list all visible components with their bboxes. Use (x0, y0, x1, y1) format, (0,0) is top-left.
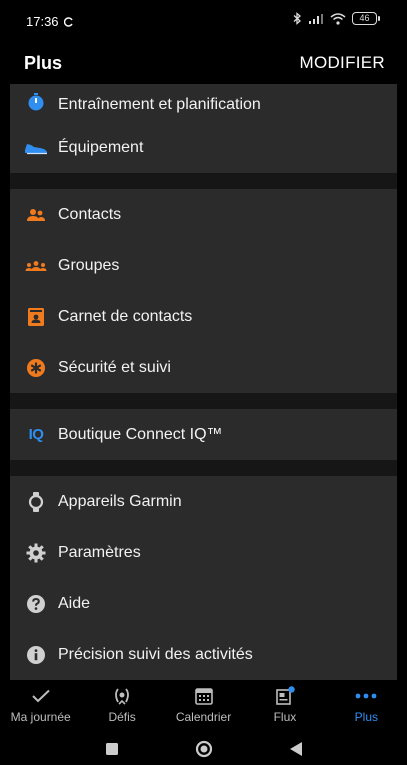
tab-label: Plus (354, 710, 378, 724)
menu-item-label: Groupes (58, 256, 120, 274)
wifi-icon (330, 12, 346, 25)
menu-item-accuracy[interactable]: Précision suivi des activités (10, 629, 397, 680)
menu-section-system: Appareils Garmin Paramètres Aide Précisi… (10, 476, 397, 680)
menu-item-label: Sécurité et suivi (58, 358, 171, 376)
address-book-icon (24, 305, 48, 329)
tab-more[interactable]: Plus (326, 680, 407, 732)
menu-item-connect-iq[interactable]: IQ Boutique Connect IQ™ (10, 409, 397, 460)
signal-icon (309, 13, 323, 24)
calendar-icon (194, 686, 213, 706)
menu-item-label: Paramètres (58, 543, 141, 561)
tab-feed[interactable]: Flux (244, 680, 325, 732)
newsfeed-icon (274, 686, 296, 706)
clock-time: 17:36 (26, 14, 59, 29)
battery-indicator: 46 (352, 12, 380, 25)
menu-item-label: Boutique Connect IQ™ (58, 425, 223, 443)
circle-icon (195, 740, 212, 757)
help-icon (24, 592, 48, 616)
tab-label: Flux (273, 710, 297, 724)
more-dots-icon (354, 686, 378, 706)
menu-item-devices[interactable]: Appareils Garmin (10, 476, 397, 527)
laurel-icon (112, 686, 132, 706)
tab-my-day[interactable]: Ma journée (0, 680, 81, 732)
square-icon (105, 742, 118, 755)
menu-section-social: Contacts Groupes Carnet de contacts Sécu… (10, 189, 397, 393)
tab-calendar[interactable]: Calendrier (163, 680, 244, 732)
tab-label: Ma journée (10, 710, 71, 724)
back-button[interactable] (285, 738, 307, 760)
contacts-icon (24, 203, 48, 227)
recents-button[interactable] (101, 738, 123, 760)
section-divider (10, 393, 397, 409)
tab-label: Calendrier (175, 710, 232, 724)
tab-label: Défis (108, 710, 136, 724)
connect-iq-icon: IQ (24, 423, 48, 447)
menu-item-help[interactable]: Aide (10, 578, 397, 629)
section-divider (10, 460, 397, 476)
system-navigation-bar (0, 732, 407, 765)
sync-icon (64, 17, 73, 27)
connect-iq-badge: IQ (28, 426, 44, 443)
shoe-icon (24, 136, 48, 160)
section-divider (10, 173, 397, 189)
menu-item-label: Entraînement et planification (58, 96, 261, 113)
watch-icon (24, 490, 48, 514)
edit-button[interactable]: MODIFIER (299, 53, 385, 73)
triangle-back-icon (289, 741, 302, 756)
home-button[interactable] (193, 738, 215, 760)
status-indicators: 46 (293, 12, 380, 25)
gear-icon (24, 541, 48, 565)
menu-item-label: Appareils Garmin (58, 492, 182, 510)
status-time: 17:36 (26, 14, 74, 29)
bluetooth-icon (293, 12, 301, 25)
menu-item-label: Précision suivi des activités (58, 645, 253, 663)
menu-item-label: Équipement (58, 138, 144, 156)
status-bar: 17:36 46 (0, 0, 407, 40)
menu-item-label: Aide (58, 594, 91, 612)
groups-icon (24, 254, 48, 278)
menu-item-contacts[interactable]: Contacts (10, 189, 397, 240)
menu-item-training[interactable]: Entraînement et planification (10, 84, 397, 122)
page-title: Plus (24, 53, 63, 73)
info-icon (24, 643, 48, 667)
menu-section-training: Entraînement et planification Équipement (10, 84, 397, 173)
menu-item-safety[interactable]: Sécurité et suivi (10, 342, 397, 393)
app-header: Plus MODIFIER (0, 40, 407, 84)
menu-list[interactable]: Entraînement et planification Équipement… (10, 84, 397, 680)
stopwatch-icon (24, 90, 48, 114)
menu-item-equipment[interactable]: Équipement (10, 122, 397, 173)
menu-item-label: Carnet de contacts (58, 307, 193, 325)
menu-section-store: IQ Boutique Connect IQ™ (10, 409, 397, 460)
tab-challenges[interactable]: Défis (81, 680, 162, 732)
menu-item-settings[interactable]: Paramètres (10, 527, 397, 578)
bottom-tab-bar: Ma journée Défis Calendrier Flux Plus (0, 680, 407, 732)
menu-item-label: Contacts (58, 205, 122, 223)
menu-item-groups[interactable]: Groupes (10, 240, 397, 291)
checkmark-icon (31, 686, 51, 706)
menu-item-address-book[interactable]: Carnet de contacts (10, 291, 397, 342)
safety-icon (24, 356, 48, 380)
